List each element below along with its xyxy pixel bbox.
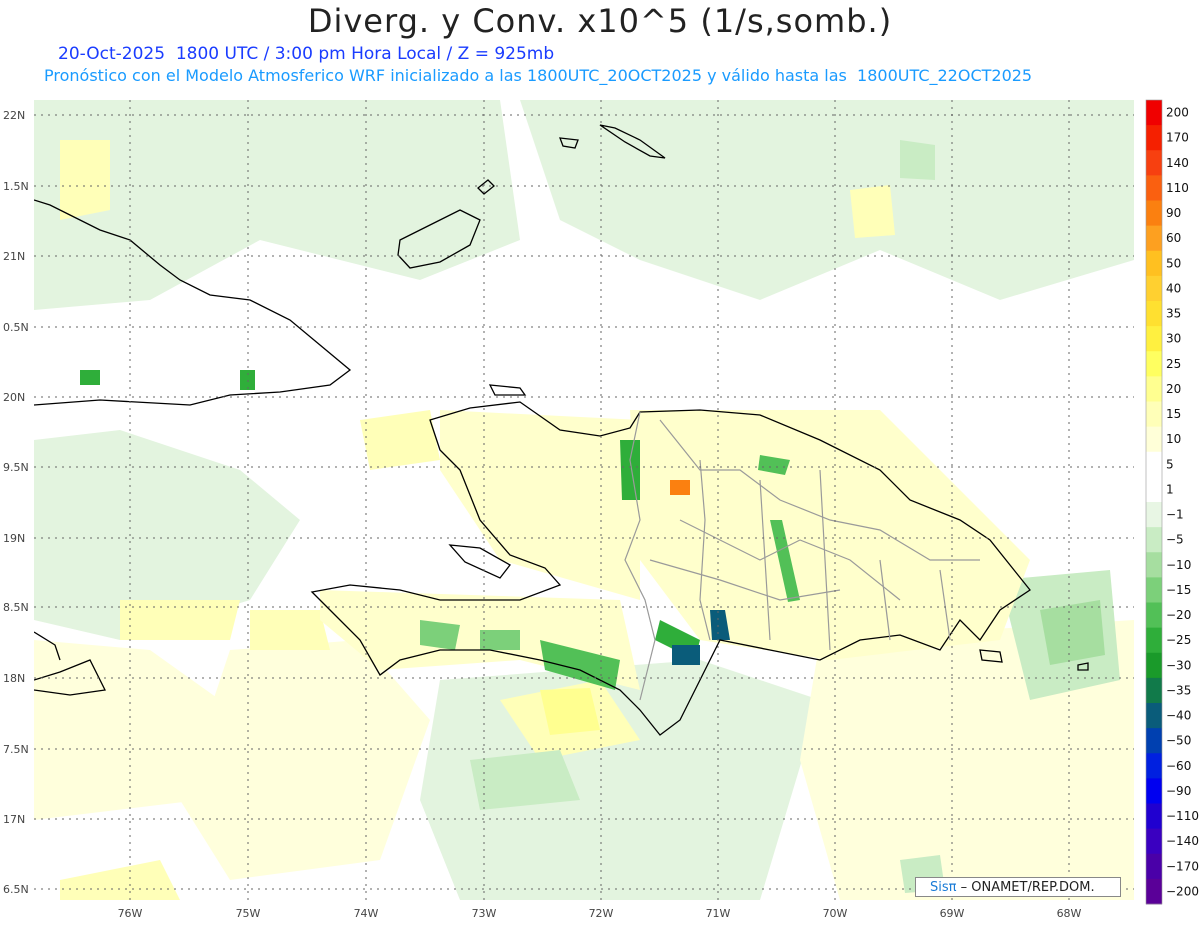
colorbar-label: −20: [1166, 608, 1191, 622]
colorbar-swatch: [1146, 150, 1162, 176]
colorbar-label: 35: [1166, 307, 1181, 321]
lon-label: 71W: [706, 907, 731, 920]
colorbar-swatch: [1146, 828, 1162, 855]
colorbar-label: 15: [1166, 407, 1181, 421]
colorbar-swatch: [1146, 677, 1162, 704]
colorbar-label: 10: [1166, 432, 1181, 446]
colorbar-label: −35: [1166, 683, 1191, 697]
lat-label: 22N: [3, 109, 25, 122]
credit-text: – ONAMET/REP.DOM.: [956, 880, 1095, 895]
lat-label: 21N: [3, 250, 25, 263]
colorbar-label: 60: [1166, 231, 1181, 245]
colorbar-label: −1: [1166, 508, 1184, 522]
colorbar-label: 90: [1166, 206, 1181, 220]
colorbar-swatch: [1146, 728, 1162, 754]
colorbar-swatch: [1146, 225, 1162, 252]
lon-label: 76W: [118, 907, 143, 920]
colorbar-label: 40: [1166, 281, 1181, 295]
colorbar-swatch: [1146, 326, 1162, 352]
colorbar-swatch: [1146, 100, 1162, 126]
colorbar-swatch: [1146, 426, 1162, 453]
lon-label: 68W: [1057, 907, 1082, 920]
colorbar-swatch: [1146, 502, 1162, 528]
lon-label: 69W: [940, 907, 965, 920]
colorbar: 200 170 140 110 90 60 50 40 35 30 25 20 15 10 5 1 −1 −5 −1…: [1145, 99, 1199, 905]
colorbar-swatch: [1146, 803, 1162, 830]
colorbar-label: −200: [1166, 884, 1199, 898]
colorbar-swatch: [1146, 753, 1162, 779]
colorbar-swatch: [1146, 778, 1162, 804]
colorbar-label: −40: [1166, 709, 1191, 723]
lat-label: 0.5N: [3, 321, 29, 334]
colorbar-label: −50: [1166, 734, 1191, 748]
colorbar-swatch: [1146, 250, 1162, 277]
colorbar-label: 110: [1166, 181, 1189, 195]
colorbar-label: −170: [1166, 859, 1199, 873]
lat-label: 17N: [3, 813, 25, 826]
shaded-field: [34, 100, 1134, 900]
colorbar-label: 200: [1166, 106, 1189, 120]
colorbar-swatch: [1146, 652, 1162, 679]
colorbar-swatch: [1146, 577, 1162, 603]
colorbar-swatch: [1146, 627, 1162, 654]
colorbar-label: −10: [1166, 558, 1191, 572]
colorbar-swatch: [1146, 476, 1162, 503]
colorbar-swatch: [1146, 200, 1162, 227]
colorbar-swatch: [1146, 376, 1162, 402]
colorbar-swatch: [1146, 351, 1162, 377]
colorbar-label: 30: [1166, 332, 1181, 346]
colorbar-label: −30: [1166, 658, 1191, 672]
colorbar-label: 5: [1166, 457, 1174, 471]
lat-label: 8.5N: [3, 601, 29, 614]
colorbar-swatch: [1146, 175, 1162, 201]
lon-label: 70W: [823, 907, 848, 920]
lat-label: 7.5N: [3, 743, 29, 756]
colorbar-swatch: [1146, 853, 1162, 880]
longitude-labels: 76W 75W 74W 73W 72W 71W 70W 69W 68W: [118, 907, 1082, 920]
colorbar-label: −25: [1166, 633, 1191, 647]
colorbar-swatch: [1146, 552, 1162, 578]
colorbar-label: 50: [1166, 256, 1181, 270]
colorbar-swatch: [1146, 527, 1162, 553]
colorbar-swatch: [1146, 301, 1162, 327]
lat-label: 6.5N: [3, 883, 29, 896]
colorbar-swatch: [1146, 275, 1162, 302]
lat-label: 20N: [3, 391, 25, 404]
colorbar-label: 170: [1166, 131, 1189, 145]
lat-label: 18N: [3, 672, 25, 685]
divergence-map: 22N 1.5N 21N 0.5N 20N 9.5N 19N 8.5N 18N …: [3, 99, 1199, 920]
colorbar-label: 25: [1166, 357, 1181, 371]
colorbar-label: 140: [1166, 156, 1189, 170]
colorbar-label: 1: [1166, 482, 1174, 496]
lon-label: 74W: [354, 907, 379, 920]
colorbar-label: 20: [1166, 382, 1181, 396]
colorbar-label: −60: [1166, 759, 1191, 773]
colorbar-label: −110: [1166, 809, 1199, 823]
colorbar-swatch: [1146, 401, 1162, 428]
colorbar-label: −90: [1166, 784, 1191, 798]
colorbar-label: −15: [1166, 583, 1191, 597]
lon-label: 75W: [236, 907, 261, 920]
colorbar-label: −140: [1166, 834, 1199, 848]
colorbar-label: −5: [1166, 533, 1184, 547]
lat-label: 9.5N: [3, 461, 29, 474]
lat-label: 19N: [3, 532, 25, 545]
lon-label: 73W: [472, 907, 497, 920]
latitude-labels: 22N 1.5N 21N 0.5N 20N 9.5N 19N 8.5N 18N …: [3, 109, 29, 896]
colorbar-swatch: [1146, 602, 1162, 629]
colorbar-swatch: [1146, 451, 1162, 478]
lon-label: 72W: [589, 907, 614, 920]
credit-box: Sisπ – ONAMET/REP.DOM.: [915, 877, 1121, 897]
lat-label: 1.5N: [3, 180, 29, 193]
colorbar-swatch: [1146, 703, 1162, 729]
sispi-logo: Sisπ: [930, 880, 957, 895]
colorbar-swatch: [1146, 878, 1162, 905]
colorbar-swatch: [1146, 125, 1162, 151]
